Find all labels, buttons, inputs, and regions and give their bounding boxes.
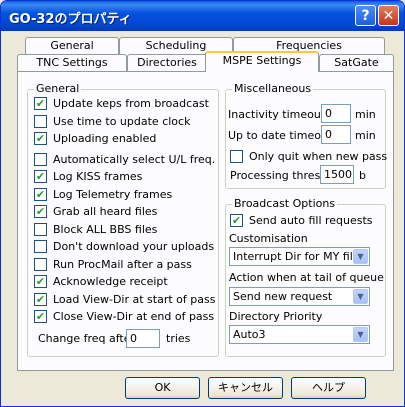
- uptodate-label: Up to date timeout: [228, 129, 333, 142]
- checkbox-auto-select-freq[interactable]: Automatically select U/L freq.: [34, 151, 215, 167]
- checkbox-load-viewdir[interactable]: ✔ Load View-Dir at start of pass: [34, 291, 215, 307]
- checkbox-use-time[interactable]: Use time to update clock: [34, 113, 190, 129]
- processing-unit: b: [359, 169, 366, 182]
- general-group-title: General: [34, 82, 82, 95]
- tail-label: Action when at tail of queue: [229, 271, 384, 284]
- ok-button[interactable]: OK: [125, 377, 200, 399]
- tries-label: tries: [166, 332, 191, 345]
- window-title: GO-32のプロパティ: [9, 12, 132, 27]
- checkbox-box[interactable]: ✔: [230, 213, 243, 227]
- inactivity-label: Inactivity timeout: [228, 108, 326, 121]
- properties-window: GO-32のプロパティ ? ✕ General Scheduling Frequ…: [0, 0, 405, 407]
- checkbox-box[interactable]: ✔: [34, 131, 47, 145]
- title-bar[interactable]: GO-32のプロパティ ? ✕: [1, 1, 404, 31]
- checkbox-box[interactable]: [34, 257, 47, 271]
- checkbox-run-procmail[interactable]: Run ProcMail after a pass: [34, 256, 192, 272]
- uptodate-unit: min: [355, 129, 376, 142]
- change-freq-label: Change freq after: [38, 332, 136, 345]
- checkbox-send-auto[interactable]: ✔ Send auto fill requests: [230, 212, 373, 228]
- chevron-down-icon[interactable]: ▼: [353, 289, 368, 304]
- checkbox-box[interactable]: ✔: [34, 96, 47, 110]
- inactivity-unit: min: [355, 108, 376, 121]
- tab-tnc-settings[interactable]: TNC Settings: [17, 54, 127, 72]
- checkbox-box[interactable]: ✔: [34, 292, 47, 306]
- checkbox-box[interactable]: ✔: [34, 274, 47, 288]
- checkbox-box[interactable]: [34, 114, 47, 128]
- chevron-down-icon[interactable]: ▼: [353, 327, 368, 342]
- checkbox-grab-files[interactable]: ✔ Grab all heard files: [34, 203, 157, 219]
- broadcast-group-title: Broadcast Options: [232, 197, 338, 210]
- change-freq-input[interactable]: 0: [126, 329, 160, 348]
- checkbox-acknowledge[interactable]: ✔ Acknowledge receipt: [34, 273, 168, 289]
- tab-satgate[interactable]: SatGate: [319, 54, 394, 72]
- help-title-button[interactable]: ?: [355, 5, 376, 26]
- help-button[interactable]: ヘルプ: [291, 377, 366, 399]
- cancel-button[interactable]: キャンセル: [208, 377, 283, 399]
- question-icon: ?: [361, 7, 370, 24]
- inactivity-input[interactable]: 0: [321, 104, 351, 123]
- close-icon: ✕: [382, 7, 395, 24]
- priority-label: Directory Priority: [229, 310, 323, 323]
- checkbox-uploading[interactable]: ✔ Uploading enabled: [34, 130, 156, 146]
- checkbox-log-telemetry[interactable]: ✔ Log Telemetry frames: [34, 186, 172, 202]
- checkbox-box[interactable]: ✔: [34, 309, 47, 323]
- customisation-label: Customisation: [229, 232, 308, 245]
- tab-mspe-settings[interactable]: MSPE Settings: [205, 51, 319, 72]
- uptodate-input[interactable]: 0: [321, 125, 351, 144]
- processing-input[interactable]: 1500: [320, 165, 354, 184]
- tab-directories[interactable]: Directories: [127, 54, 207, 72]
- chevron-down-icon[interactable]: ▼: [353, 249, 368, 264]
- checkbox-box[interactable]: ✔: [34, 169, 47, 183]
- checkbox-box[interactable]: [34, 152, 47, 166]
- checkbox-only-quit[interactable]: Only quit when new pass: [230, 148, 387, 164]
- tab-general[interactable]: General: [25, 37, 119, 55]
- processing-label: Processing thresh: [230, 169, 328, 182]
- tab-panel: General Miscellaneous Broadcast Options …: [17, 71, 394, 371]
- misc-group-title: Miscellaneous: [232, 82, 314, 95]
- tail-action-select[interactable]: Send new request ▼: [229, 287, 370, 306]
- checkbox-dont-download[interactable]: Don't download your uploads: [34, 238, 214, 254]
- customisation-select[interactable]: Interrupt Dir for MY files ▼: [229, 247, 370, 266]
- checkbox-box[interactable]: ✔: [34, 187, 47, 201]
- checkbox-box[interactable]: [230, 149, 243, 163]
- checkbox-box[interactable]: [34, 222, 47, 236]
- checkbox-close-viewdir[interactable]: ✔ Close View-Dir at end of pass: [34, 308, 214, 324]
- checkbox-log-kiss[interactable]: ✔ Log KISS frames: [34, 168, 142, 184]
- checkbox-update-keps[interactable]: ✔ Update keps from broadcast: [34, 95, 209, 111]
- checkbox-block-bbs[interactable]: Block ALL BBS files: [34, 221, 157, 237]
- checkbox-box[interactable]: ✔: [34, 204, 47, 218]
- priority-select[interactable]: Auto3 ▼: [229, 325, 370, 344]
- close-button[interactable]: ✕: [378, 5, 399, 26]
- checkbox-box[interactable]: [34, 239, 47, 253]
